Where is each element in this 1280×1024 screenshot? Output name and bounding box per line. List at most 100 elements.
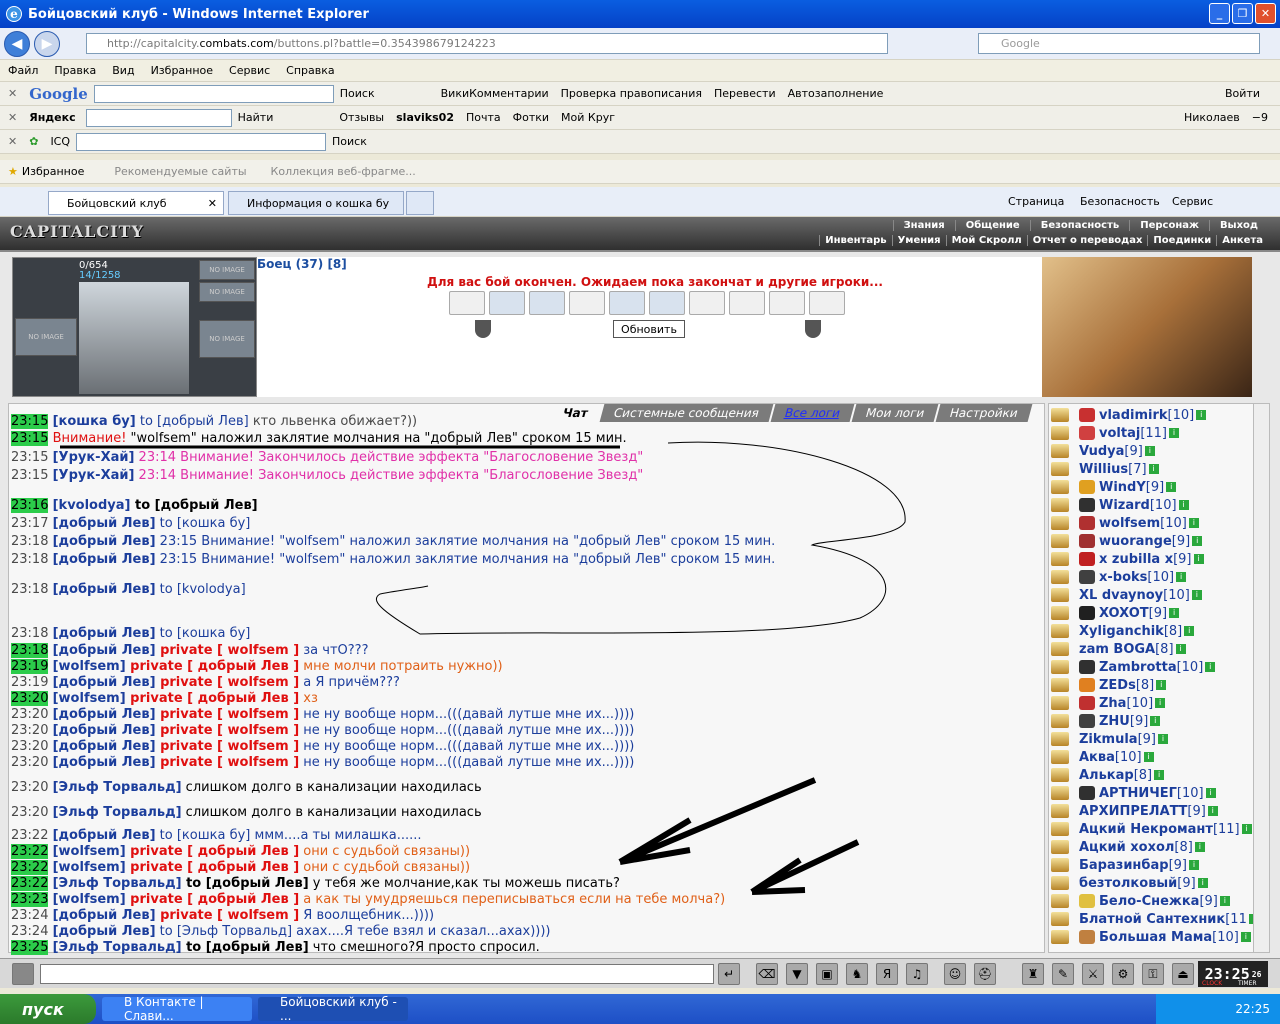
user-info-icon[interactable]: i: [1192, 536, 1203, 546]
user-name[interactable]: Блатной Сантехник: [1079, 912, 1225, 927]
user-info-icon[interactable]: i: [1241, 824, 1252, 834]
clan-icon[interactable]: [1079, 606, 1095, 620]
message-author[interactable]: [добрый Лев]: [53, 534, 156, 549]
spell-slot[interactable]: [809, 291, 845, 315]
url-field[interactable]: http://capitalcity. combats.com/buttons.p…: [86, 33, 888, 54]
icq-search-input[interactable]: [76, 132, 327, 151]
smiles-icon[interactable]: [12, 963, 34, 985]
user-name[interactable]: Wizard: [1099, 498, 1150, 513]
private-message-icon[interactable]: [1051, 858, 1069, 872]
menu-inventory[interactable]: Инвентарь: [819, 235, 891, 246]
spell-slot[interactable]: [489, 291, 525, 315]
yandex-search-input[interactable]: [85, 108, 232, 127]
private-message-icon[interactable]: [1051, 678, 1069, 692]
user-name[interactable]: Бело-Снежка: [1099, 894, 1199, 909]
spell-slot[interactable]: [769, 291, 805, 315]
private-message-icon[interactable]: [1051, 606, 1069, 620]
menu-security[interactable]: Безопасность: [1029, 220, 1130, 231]
message-author[interactable]: [wolfsem]: [53, 659, 126, 674]
message-author[interactable]: [добрый Лев]: [53, 582, 156, 597]
user-list-item[interactable]: x zubilla x [9] i: [1051, 550, 1204, 568]
user-list-item[interactable]: vladimirk [10] i: [1051, 406, 1207, 424]
my-circle-button[interactable]: Мой Круг: [561, 111, 615, 124]
user-info-icon[interactable]: i: [1155, 698, 1166, 708]
private-message-icon[interactable]: [1051, 750, 1069, 764]
spellcheck-button[interactable]: Проверка правописания: [561, 87, 702, 100]
menu-file[interactable]: Файл: [8, 64, 38, 77]
gear-icon[interactable]: ⚙: [1112, 963, 1134, 985]
tools-menu[interactable]: Сервис: [1172, 195, 1213, 208]
user-name[interactable]: Алькар: [1079, 768, 1134, 783]
helmet-icon[interactable]: ⛑: [974, 963, 996, 985]
send-icon[interactable]: ↵: [718, 963, 740, 985]
google-search-input[interactable]: [93, 84, 334, 103]
menu-profile[interactable]: Анкета: [1216, 235, 1268, 246]
clan-icon[interactable]: [1079, 786, 1095, 800]
user-name[interactable]: ZEDs: [1099, 678, 1136, 693]
message-author[interactable]: [добрый Лев]: [53, 828, 156, 843]
chat-input[interactable]: [40, 964, 714, 984]
message-author[interactable]: [добрый Лев]: [53, 739, 156, 754]
private-message-icon[interactable]: [1051, 516, 1069, 530]
music-icon[interactable]: ♫: [906, 963, 928, 985]
user-info-icon[interactable]: i: [1150, 716, 1161, 726]
close-toolbar-icon[interactable]: ✕: [8, 135, 17, 148]
user-name[interactable]: Zha: [1099, 696, 1126, 711]
tab-user-info[interactable]: Информация о кошка бу: [228, 191, 404, 215]
safety-menu[interactable]: Безопасность: [1080, 195, 1160, 208]
user-list-item[interactable]: Блатной Сантехник[11i: [1051, 910, 1259, 928]
tab-all-logs[interactable]: Все логи: [770, 404, 855, 422]
user-info-icon[interactable]: i: [1143, 752, 1154, 762]
back-button[interactable]: ◀: [4, 30, 30, 57]
message-author[interactable]: [wolfsem]: [53, 892, 126, 907]
tab-chat[interactable]: Чат: [548, 404, 603, 422]
user-info-icon[interactable]: i: [1169, 608, 1180, 618]
user-info-icon[interactable]: i: [1175, 644, 1186, 654]
user-info-icon[interactable]: i: [1184, 626, 1195, 636]
menu-edit[interactable]: Правка: [54, 64, 96, 77]
message-author[interactable]: [Эльф Торвальд]: [53, 940, 182, 955]
user-name[interactable]: x zubilla x: [1099, 552, 1173, 567]
user-info-icon[interactable]: i: [1219, 896, 1230, 906]
message-author[interactable]: [добрый Лев]: [53, 516, 156, 531]
private-message-icon[interactable]: [1051, 444, 1069, 458]
private-message-icon[interactable]: [1051, 876, 1069, 890]
inventory-icon[interactable]: ♜: [1022, 963, 1044, 985]
spell-slot[interactable]: [569, 291, 605, 315]
user-list-item[interactable]: wuorange [9] i: [1051, 532, 1203, 550]
clan-icon[interactable]: [1079, 534, 1095, 548]
icq-search-button[interactable]: Поиск: [332, 135, 367, 148]
message-author[interactable]: [Эльф Торвальд]: [53, 780, 182, 795]
private-message-icon[interactable]: [1051, 786, 1069, 800]
user-info-icon[interactable]: i: [1176, 572, 1187, 582]
user-name[interactable]: Большая Мама: [1099, 930, 1212, 945]
start-button[interactable]: пуск: [0, 994, 96, 1024]
message-author[interactable]: [добрый Лев]: [53, 908, 156, 923]
user-list-item[interactable]: АРХИПРЕЛАТТ [9] i: [1051, 802, 1218, 820]
menu-transfers[interactable]: Отчет о переводах: [1026, 235, 1148, 246]
user-info-icon[interactable]: i: [1188, 518, 1199, 528]
user-list-item[interactable]: Алькар [8] i: [1051, 766, 1165, 784]
clan-icon[interactable]: [1079, 426, 1095, 440]
user-name[interactable]: Аква: [1079, 750, 1115, 765]
user-list-item[interactable]: Vudya [9] i: [1051, 442, 1155, 460]
spell-slot[interactable]: [529, 291, 565, 315]
user-name[interactable]: АРХИПРЕЛАТТ: [1079, 804, 1187, 819]
user-list-item[interactable]: Willius [7] i: [1051, 460, 1159, 478]
spell-slot[interactable]: [689, 291, 725, 315]
user-name[interactable]: безтолковый: [1079, 876, 1177, 891]
message-author[interactable]: [kvolodya]: [53, 498, 131, 513]
translate-button[interactable]: Перевести: [714, 87, 776, 100]
slot-no-image[interactable]: NO IMAGE: [15, 318, 77, 356]
menu-knowledge[interactable]: Знания: [892, 220, 955, 231]
filter-icon[interactable]: ▼: [786, 963, 808, 985]
icq-label[interactable]: ICQ: [50, 135, 70, 148]
spell-slot[interactable]: [609, 291, 645, 315]
user-list-item[interactable]: Zha [10] i: [1051, 694, 1166, 712]
user-name[interactable]: Zambrotta: [1099, 660, 1177, 675]
menu-scroll[interactable]: Мой Скролл: [945, 235, 1027, 246]
private-message-icon[interactable]: [1051, 768, 1069, 782]
message-author[interactable]: [добрый Лев]: [53, 675, 156, 690]
private-message-icon[interactable]: [1051, 588, 1069, 602]
clan-icon[interactable]: [1079, 930, 1095, 944]
